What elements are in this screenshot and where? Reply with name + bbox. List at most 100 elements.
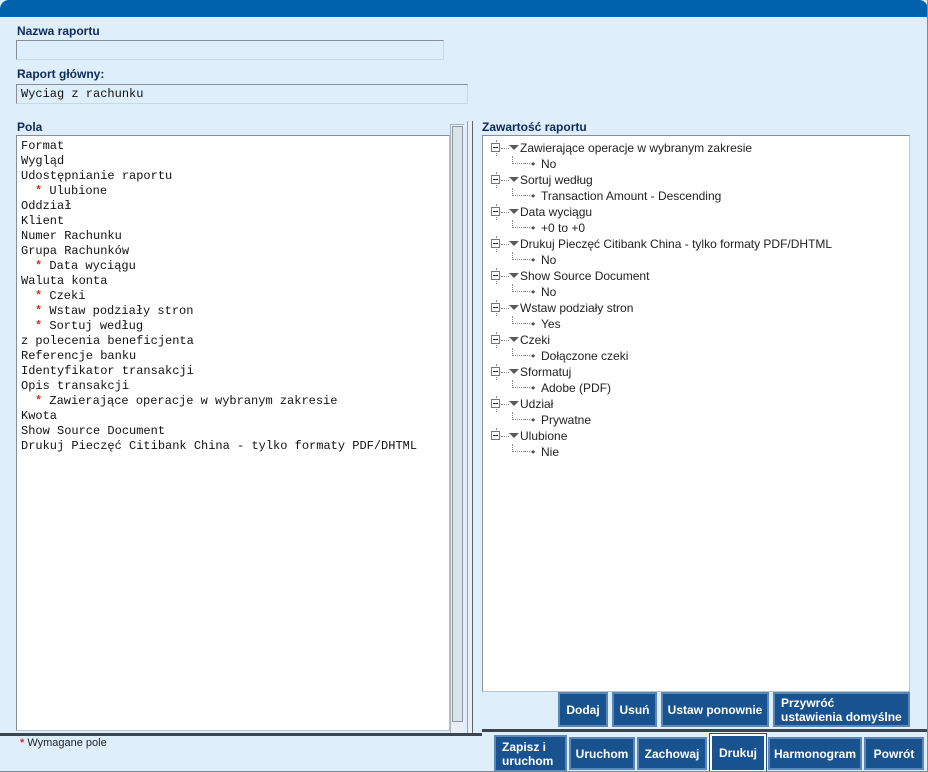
tree-connector-dots (524, 387, 530, 389)
tree-node-label: Sortuj według (520, 173, 593, 187)
field-list-item[interactable]: Kwota (21, 409, 417, 424)
bullet-icon: • (531, 381, 536, 395)
field-list-item[interactable]: Show Source Document (21, 424, 417, 439)
fields-list-scrollbar-thumb[interactable] (452, 126, 463, 722)
panel-splitter-handle[interactable] (467, 121, 473, 734)
run-button-label: Uruchom (575, 746, 629, 761)
field-list-item-label: Klient (21, 214, 65, 228)
collapse-icon[interactable] (491, 239, 500, 248)
field-list-item[interactable]: Waluta konta (21, 274, 417, 289)
field-list-item[interactable]: Numer Rachunku (21, 229, 417, 244)
panel-splitter[interactable] (464, 121, 476, 734)
field-list-item[interactable]: * Zawierające operacje w wybranym zakres… (21, 394, 417, 409)
field-list-item[interactable]: Oddział (21, 199, 417, 214)
collapse-icon[interactable] (491, 175, 500, 184)
tree-connector-elbow (512, 188, 524, 196)
field-list-item[interactable]: Referencje banku (21, 349, 417, 364)
save-and-run-button[interactable]: Zapisz i uruchom (494, 735, 567, 771)
fields-list[interactable]: Format Wygląd Udostępnianie raportu * Ulubi… (17, 136, 417, 454)
tree-child-label: Dołączone czeki (541, 349, 629, 363)
save-button-label: Zachowaj (644, 746, 700, 761)
chevron-down-icon[interactable] (509, 433, 519, 438)
field-list-item[interactable]: Udostępnianie raportu (21, 169, 417, 184)
field-list-item[interactable]: * Czeki (21, 289, 417, 304)
field-list-item[interactable]: Opis transakcji (21, 379, 417, 394)
report-content-tree[interactable]: Zawierające operacje w wybranym zakresie… (483, 136, 832, 460)
field-list-item-label: Kwota (21, 409, 58, 423)
right-footer-separator (482, 729, 927, 732)
collapse-icon[interactable] (491, 143, 500, 152)
tree-connector-elbow (512, 380, 524, 388)
field-list-item[interactable]: Klient (21, 214, 417, 229)
field-list-item[interactable]: z polecenia beneficjenta (21, 334, 417, 349)
field-list-item[interactable]: Wygląd (21, 154, 417, 169)
tree-connector-dots (501, 372, 509, 374)
tree-node-label: Data wyciągu (520, 205, 593, 219)
field-list-item[interactable]: Grupa Rachunków (21, 244, 417, 259)
chevron-down-icon[interactable] (509, 209, 519, 214)
field-list-item[interactable]: Drukuj Pieczęć Citibank China - tylko fo… (21, 439, 417, 454)
report-name-input[interactable] (16, 40, 444, 60)
field-list-item-label: Referencje banku (21, 349, 137, 363)
remove-button[interactable]: Usuń (612, 692, 657, 727)
collapse-icon[interactable] (491, 431, 500, 440)
chevron-down-icon[interactable] (509, 241, 519, 246)
tree-child-label: Adobe (PDF) (541, 381, 612, 395)
tree-node-label: Ulubione (520, 429, 568, 443)
field-list-item-label: Data wyciągu (49, 259, 136, 273)
remove-button-label: Usuń (619, 702, 650, 717)
run-button[interactable]: Uruchom (569, 737, 635, 770)
field-list-item[interactable]: * Wstaw podziały stron (21, 304, 417, 319)
save-button[interactable]: Zachowaj (637, 737, 707, 770)
tree-connector-dots (524, 323, 530, 325)
back-button[interactable]: Powrót (864, 737, 924, 770)
schedule-button[interactable]: Harmonogram (768, 737, 862, 770)
tree-connector-dots (524, 195, 530, 197)
tree-child-label: Transaction Amount - Descending (541, 189, 722, 203)
chevron-down-icon[interactable] (509, 401, 519, 406)
collapse-icon[interactable] (491, 399, 500, 408)
chevron-down-icon[interactable] (509, 369, 519, 374)
fields-list-panel[interactable]: Format Wygląd Udostępnianie raportu * Ulubi… (16, 135, 450, 731)
field-list-item-label: Oddział (21, 199, 72, 213)
chevron-down-icon[interactable] (509, 305, 519, 310)
tree-node-label: Czeki (520, 333, 551, 347)
bullet-icon: • (531, 253, 536, 267)
collapse-icon[interactable] (491, 271, 500, 280)
report-content-tree-panel[interactable]: Zawierające operacje w wybranym zakresie… (482, 135, 910, 692)
field-list-item[interactable]: * Ulubione (21, 184, 417, 199)
bullet-icon: • (531, 445, 536, 459)
collapse-icon[interactable] (491, 303, 500, 312)
tree-connector-elbow (512, 220, 524, 228)
restore-defaults-button[interactable]: Przywróć ustawienia domyślne (773, 692, 910, 727)
fields-panel-label: Pola (17, 120, 43, 134)
field-list-item[interactable]: Identyfikator transakcji (21, 364, 417, 379)
restore-defaults-button-label-line1: Przywróć (781, 696, 835, 710)
field-list-item[interactable]: Format (21, 139, 417, 154)
field-list-item-label: Wstaw podziały stron (49, 304, 194, 318)
chevron-down-icon[interactable] (509, 145, 519, 150)
add-button[interactable]: Dodaj (558, 692, 608, 727)
collapse-icon[interactable] (491, 367, 500, 376)
tree-connector-elbow (512, 348, 524, 356)
tree-child-label: Prywatne (541, 413, 592, 427)
fields-list-scrollbar[interactable] (450, 124, 465, 736)
collapse-icon[interactable] (491, 207, 500, 216)
collapse-icon[interactable] (491, 335, 500, 344)
print-button[interactable]: Drukuj (709, 733, 767, 771)
field-list-item-label: Wygląd (21, 154, 65, 168)
field-list-item[interactable]: * Data wyciągu (21, 259, 417, 274)
chevron-down-icon[interactable] (509, 337, 519, 342)
field-list-item-label: Udostępnianie raportu (21, 169, 173, 183)
tree-connector-dots (524, 451, 530, 453)
chevron-down-icon[interactable] (509, 273, 519, 278)
field-list-item[interactable]: * Sortuj według (21, 319, 417, 334)
back-button-label: Powrót (873, 746, 915, 761)
required-star: * (35, 259, 50, 273)
add-button-label: Dodaj (566, 702, 600, 717)
tree-connector-elbow (512, 412, 524, 420)
field-list-item-label: Czeki (49, 289, 86, 303)
tree-connector-dots (524, 227, 530, 229)
chevron-down-icon[interactable] (509, 177, 519, 182)
reset-button[interactable]: Ustaw ponownie (661, 692, 769, 727)
